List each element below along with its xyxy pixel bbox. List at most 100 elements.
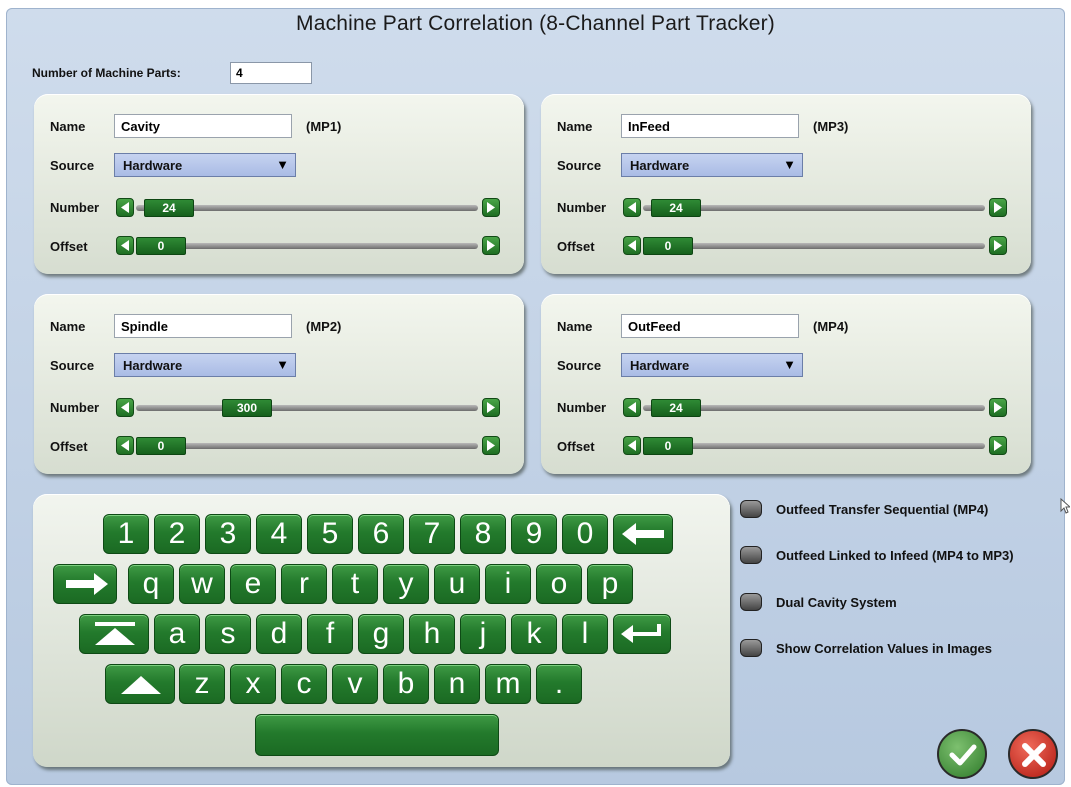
slider-left-arrow-icon[interactable] <box>623 436 641 455</box>
slider-right-arrow-icon[interactable] <box>482 398 500 417</box>
key[interactable]: 8 <box>460 514 506 554</box>
key[interactable]: a <box>154 614 200 654</box>
key[interactable]: 0 <box>562 514 608 554</box>
shift-key[interactable] <box>105 664 175 704</box>
offset-slider[interactable]: 0 <box>116 436 500 456</box>
toggle-button[interactable] <box>740 593 762 611</box>
slider-left-arrow-icon[interactable] <box>623 198 641 217</box>
slider-thumb[interactable]: 0 <box>643 237 693 255</box>
backspace-key[interactable] <box>613 514 673 554</box>
key[interactable]: . <box>536 664 582 704</box>
key[interactable]: m <box>485 664 531 704</box>
slider-right-arrow-icon[interactable] <box>989 236 1007 255</box>
option-label: Outfeed Linked to Infeed (MP4 to MP3) <box>776 548 1014 563</box>
key[interactable]: g <box>358 614 404 654</box>
key[interactable]: l <box>562 614 608 654</box>
part-name-input[interactable]: OutFeed <box>621 314 799 338</box>
slider-thumb[interactable]: 0 <box>136 237 186 255</box>
key[interactable]: 7 <box>409 514 455 554</box>
slider-right-arrow-icon[interactable] <box>482 236 500 255</box>
name-label: Name <box>557 119 593 134</box>
key[interactable]: w <box>179 564 225 604</box>
key[interactable]: n <box>434 664 480 704</box>
mouse-cursor-icon <box>1060 498 1070 514</box>
key[interactable]: 4 <box>256 514 302 554</box>
part-tag: (MP2) <box>306 319 342 334</box>
slider-right-arrow-icon[interactable] <box>482 198 500 217</box>
key[interactable]: 2 <box>154 514 200 554</box>
key[interactable]: b <box>383 664 429 704</box>
key[interactable]: 5 <box>307 514 353 554</box>
number-slider[interactable]: 300 <box>116 398 500 418</box>
key[interactable]: 3 <box>205 514 251 554</box>
key[interactable]: y <box>383 564 429 604</box>
slider-left-arrow-icon[interactable] <box>623 398 641 417</box>
slider-right-arrow-icon[interactable] <box>989 436 1007 455</box>
slider-thumb[interactable]: 24 <box>651 199 701 217</box>
slider-thumb[interactable]: 24 <box>651 399 701 417</box>
slider-right-arrow-icon[interactable] <box>482 436 500 455</box>
slider-thumb[interactable]: 0 <box>643 437 693 455</box>
key[interactable]: h <box>409 614 455 654</box>
key[interactable]: z <box>179 664 225 704</box>
key[interactable]: x <box>230 664 276 704</box>
slider-left-arrow-icon[interactable] <box>116 198 134 217</box>
key[interactable]: r <box>281 564 327 604</box>
key[interactable]: u <box>434 564 480 604</box>
slider-thumb[interactable]: 300 <box>222 399 272 417</box>
parts-count-input[interactable]: 4 <box>230 62 312 84</box>
key[interactable]: i <box>485 564 531 604</box>
slider-left-arrow-icon[interactable] <box>116 398 134 417</box>
ok-button[interactable] <box>937 729 987 779</box>
offset-slider[interactable]: 0 <box>116 236 500 256</box>
key[interactable]: 1 <box>103 514 149 554</box>
part-name-input[interactable]: InFeed <box>621 114 799 138</box>
source-select[interactable]: Hardware ▼ <box>114 153 296 177</box>
key[interactable]: 9 <box>511 514 557 554</box>
key[interactable]: j <box>460 614 506 654</box>
source-value: Hardware <box>123 158 183 173</box>
key[interactable]: q <box>128 564 174 604</box>
number-label: Number <box>557 400 607 415</box>
toggle-button[interactable] <box>740 546 762 564</box>
key[interactable]: f <box>307 614 353 654</box>
key[interactable]: d <box>256 614 302 654</box>
slider-right-arrow-icon[interactable] <box>989 198 1007 217</box>
key[interactable]: v <box>332 664 378 704</box>
number-slider[interactable]: 24 <box>623 198 1007 218</box>
source-select[interactable]: Hardware ▼ <box>621 353 803 377</box>
toggle-button[interactable] <box>740 500 762 518</box>
caps-lock-key[interactable] <box>79 614 149 654</box>
offset-slider[interactable]: 0 <box>623 236 1007 256</box>
number-label: Number <box>50 200 100 215</box>
slider-left-arrow-icon[interactable] <box>623 236 641 255</box>
cancel-button[interactable] <box>1008 729 1058 779</box>
part-tag: (MP3) <box>813 119 849 134</box>
slider-left-arrow-icon[interactable] <box>116 436 134 455</box>
key[interactable]: k <box>511 614 557 654</box>
source-label: Source <box>50 358 95 373</box>
key[interactable]: t <box>332 564 378 604</box>
number-slider[interactable]: 24 <box>116 198 500 218</box>
key[interactable]: o <box>536 564 582 604</box>
slider-left-arrow-icon[interactable] <box>116 236 134 255</box>
enter-arrow-icon <box>621 624 661 643</box>
slider-right-arrow-icon[interactable] <box>989 398 1007 417</box>
source-select[interactable]: Hardware ▼ <box>114 353 296 377</box>
key[interactable]: s <box>205 614 251 654</box>
toggle-button[interactable] <box>740 639 762 657</box>
key[interactable]: c <box>281 664 327 704</box>
key[interactable]: 6 <box>358 514 404 554</box>
slider-thumb[interactable]: 24 <box>144 199 194 217</box>
part-name-input[interactable]: Cavity <box>114 114 292 138</box>
spacebar-key[interactable] <box>255 714 499 756</box>
key[interactable]: p <box>587 564 633 604</box>
tab-key[interactable] <box>53 564 117 604</box>
slider-thumb[interactable]: 0 <box>136 437 186 455</box>
number-slider[interactable]: 24 <box>623 398 1007 418</box>
offset-slider[interactable]: 0 <box>623 436 1007 456</box>
enter-key[interactable] <box>613 614 671 654</box>
part-name-input[interactable]: Spindle <box>114 314 292 338</box>
source-select[interactable]: Hardware ▼ <box>621 153 803 177</box>
key[interactable]: e <box>230 564 276 604</box>
